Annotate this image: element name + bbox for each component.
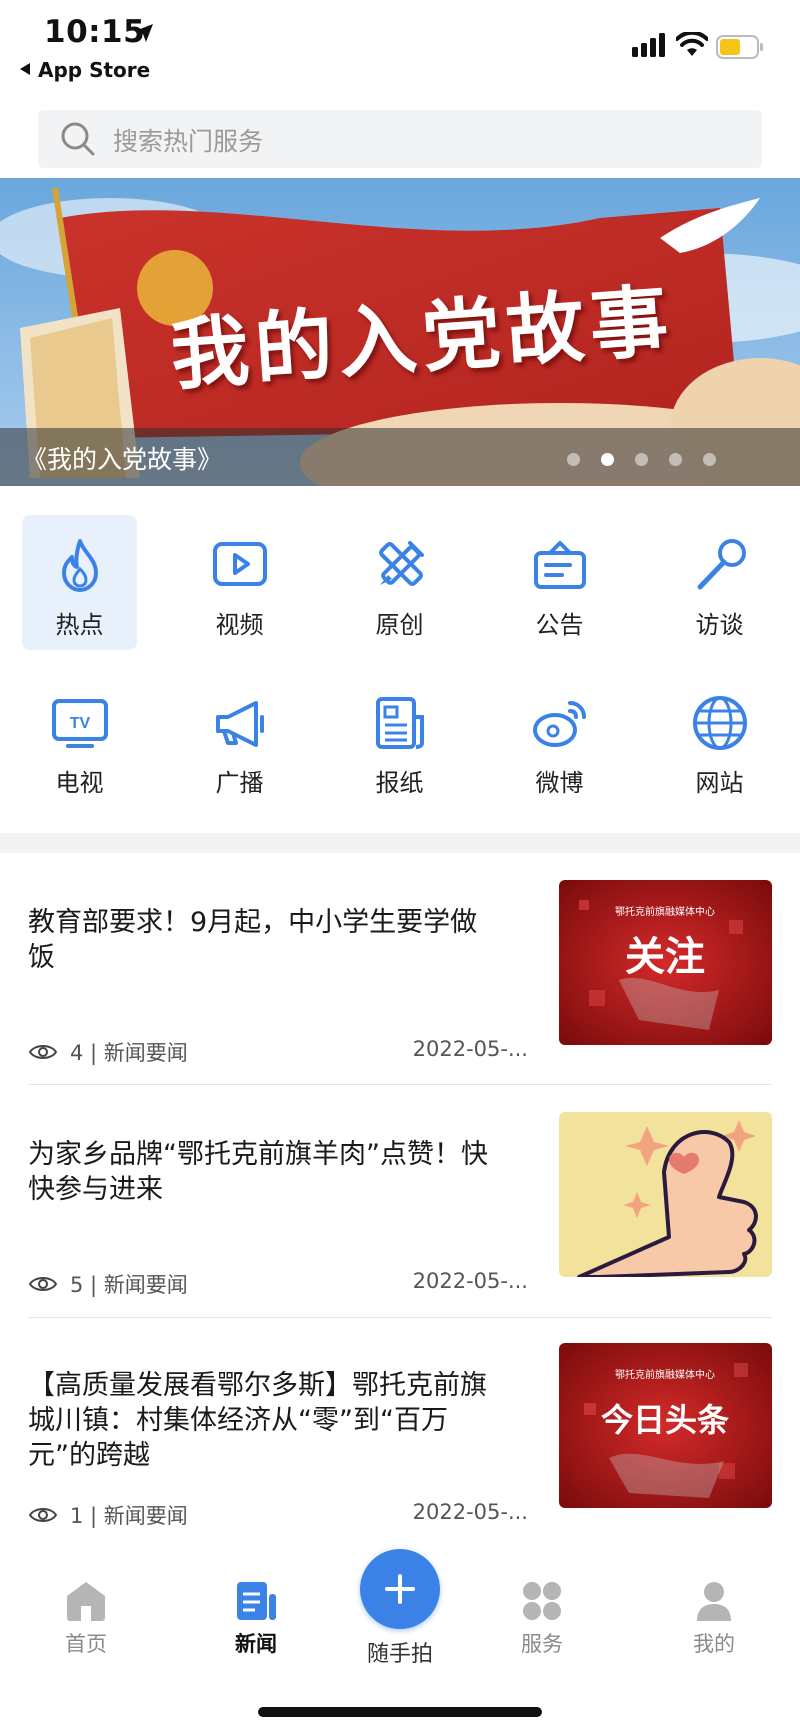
news-thumbnail: 鄂托克前旗融媒体中心 今日头条 <box>559 1343 772 1508</box>
news-meta: 5 | 新闻要闻 2022-05-... <box>28 1269 528 1299</box>
category-hot[interactable]: 热点 <box>22 515 137 650</box>
location-arrow-icon <box>135 24 153 42</box>
search-icon <box>61 122 95 156</box>
snap-label[interactable]: 随手拍 <box>340 1636 460 1668</box>
category-weibo[interactable]: 微博 <box>502 673 617 808</box>
carousel-dot-active[interactable] <box>601 453 614 466</box>
news-views-category: 1 | 新闻要闻 <box>70 1504 188 1528</box>
category-label: 公告 <box>535 611 584 639</box>
thumb-org-text: 鄂托克前旗融媒体中心 <box>615 1368 715 1381</box>
news-doc-icon <box>237 1582 276 1620</box>
tab-mine-label: 我的 <box>693 1632 735 1656</box>
category-label: 访谈 <box>695 611 744 639</box>
globe-icon <box>693 696 747 750</box>
microphone-icon <box>697 539 746 590</box>
news-date: 2022-05-... <box>412 1500 528 1524</box>
news-item[interactable]: 为家乡品牌“鄂托克前旗羊肉”点赞！快快参与进来 5 | 新闻要闻 2022-05… <box>28 1112 772 1369</box>
category-grid: 热点 视频 原创 公告 访谈 TV 电视 广播 报纸 微博 网站 <box>0 515 800 815</box>
status-time: 10:15 <box>44 14 146 50</box>
news-title: 【高质量发展看鄂尔多斯】鄂托克前旗城川镇：村集体经济从“零”到“百万元”的跨越 <box>28 1370 487 1471</box>
wifi-icon <box>676 32 708 56</box>
news-title: 教育部要求！9月起，中小学生要学做饭 <box>28 907 478 973</box>
category-video[interactable]: 视频 <box>182 515 297 650</box>
carousel-dots[interactable] <box>567 453 716 466</box>
carousel-dot[interactable] <box>669 453 682 466</box>
category-label: 原创 <box>375 611 424 639</box>
category-label: 广播 <box>215 769 264 797</box>
news-separator <box>28 1317 772 1318</box>
newspaper-icon <box>376 697 424 749</box>
back-app-label: App Store <box>38 58 151 82</box>
thumb-headline: 今日头条 <box>601 1401 729 1439</box>
search-placeholder: 搜索热门服务 <box>113 127 264 156</box>
news-title: 为家乡品牌“鄂托克前旗羊肉”点赞！快快参与进来 <box>28 1139 488 1205</box>
back-to-app-store[interactable]: App Store <box>20 58 150 82</box>
status-bar: 10:15 App Store <box>0 0 800 95</box>
news-views-category: 5 | 新闻要闻 <box>70 1273 188 1297</box>
banner-caption-bar: 《我的入党故事》 <box>0 428 800 486</box>
video-play-icon <box>213 542 267 586</box>
services-grid-icon <box>523 1582 561 1620</box>
tab-mine[interactable]: 我的 <box>654 1580 774 1680</box>
news-meta: 4 | 新闻要闻 2022-05-... <box>28 1037 528 1067</box>
category-website[interactable]: 网站 <box>662 673 777 808</box>
news-date: 2022-05-... <box>412 1269 528 1293</box>
home-indicator <box>258 1707 542 1717</box>
thumb-org-text: 鄂托克前旗融媒体中心 <box>615 905 715 918</box>
thumb-headline: 关注 <box>625 933 705 980</box>
news-date: 2022-05-... <box>412 1037 528 1061</box>
pencil-ruler-icon <box>379 541 424 586</box>
carousel-dot[interactable] <box>635 453 648 466</box>
news-thumbnail: 鄂托克前旗融媒体中心 关注 <box>559 880 772 1045</box>
flame-icon <box>62 539 98 592</box>
weibo-icon <box>533 701 586 747</box>
news-thumbnail <box>559 1112 772 1277</box>
tv-icon: TV <box>52 699 108 748</box>
tab-services[interactable]: 服务 <box>482 1580 602 1680</box>
category-label: 电视 <box>55 769 104 797</box>
news-separator <box>28 1084 772 1085</box>
battery-icon <box>716 35 763 59</box>
category-notice[interactable]: 公告 <box>502 515 617 650</box>
cellular-signal-icon <box>632 33 665 57</box>
category-original[interactable]: 原创 <box>342 515 457 650</box>
carousel-dot[interactable] <box>703 453 716 466</box>
tab-home-label: 首页 <box>65 1632 107 1656</box>
megaphone-icon <box>216 701 264 747</box>
news-views-category: 4 | 新闻要闻 <box>70 1041 188 1065</box>
category-interview[interactable]: 访谈 <box>662 515 777 650</box>
category-radio[interactable]: 广播 <box>182 673 297 808</box>
tab-home[interactable]: 首页 <box>26 1580 146 1680</box>
category-label: 网站 <box>695 769 744 797</box>
section-divider <box>0 833 800 853</box>
tab-news[interactable]: 新闻 <box>196 1580 316 1680</box>
banner-caption: 《我的入党故事》 <box>22 445 223 474</box>
notice-board-icon <box>534 541 586 589</box>
category-label: 微博 <box>535 769 584 797</box>
category-label: 报纸 <box>375 769 424 797</box>
home-icon <box>67 1582 105 1621</box>
banner-carousel[interactable]: 我的入党故事 《我的入党故事》 <box>0 178 800 486</box>
search-bar[interactable]: 搜索热门服务 <box>38 110 762 168</box>
svg-text:TV: TV <box>70 715 91 732</box>
back-triangle-icon <box>20 63 30 75</box>
category-tv[interactable]: TV 电视 <box>22 673 137 808</box>
eye-icon <box>28 1045 58 1059</box>
category-label: 热点 <box>55 611 104 639</box>
user-icon <box>697 1582 731 1621</box>
carousel-dot[interactable] <box>567 453 580 466</box>
snap-plus-button[interactable] <box>360 1549 440 1629</box>
category-newspaper[interactable]: 报纸 <box>342 673 457 808</box>
tab-services-label: 服务 <box>521 1632 563 1656</box>
category-label: 视频 <box>215 611 264 639</box>
tab-news-label: 新闻 <box>235 1632 277 1656</box>
eye-icon <box>28 1277 58 1291</box>
news-meta: 1 | 新闻要闻 2022-05-... <box>28 1500 528 1530</box>
eye-icon <box>28 1508 58 1522</box>
news-item[interactable]: 教育部要求！9月起，中小学生要学做饭 4 | 新闻要闻 2022-05-... … <box>28 880 772 1137</box>
